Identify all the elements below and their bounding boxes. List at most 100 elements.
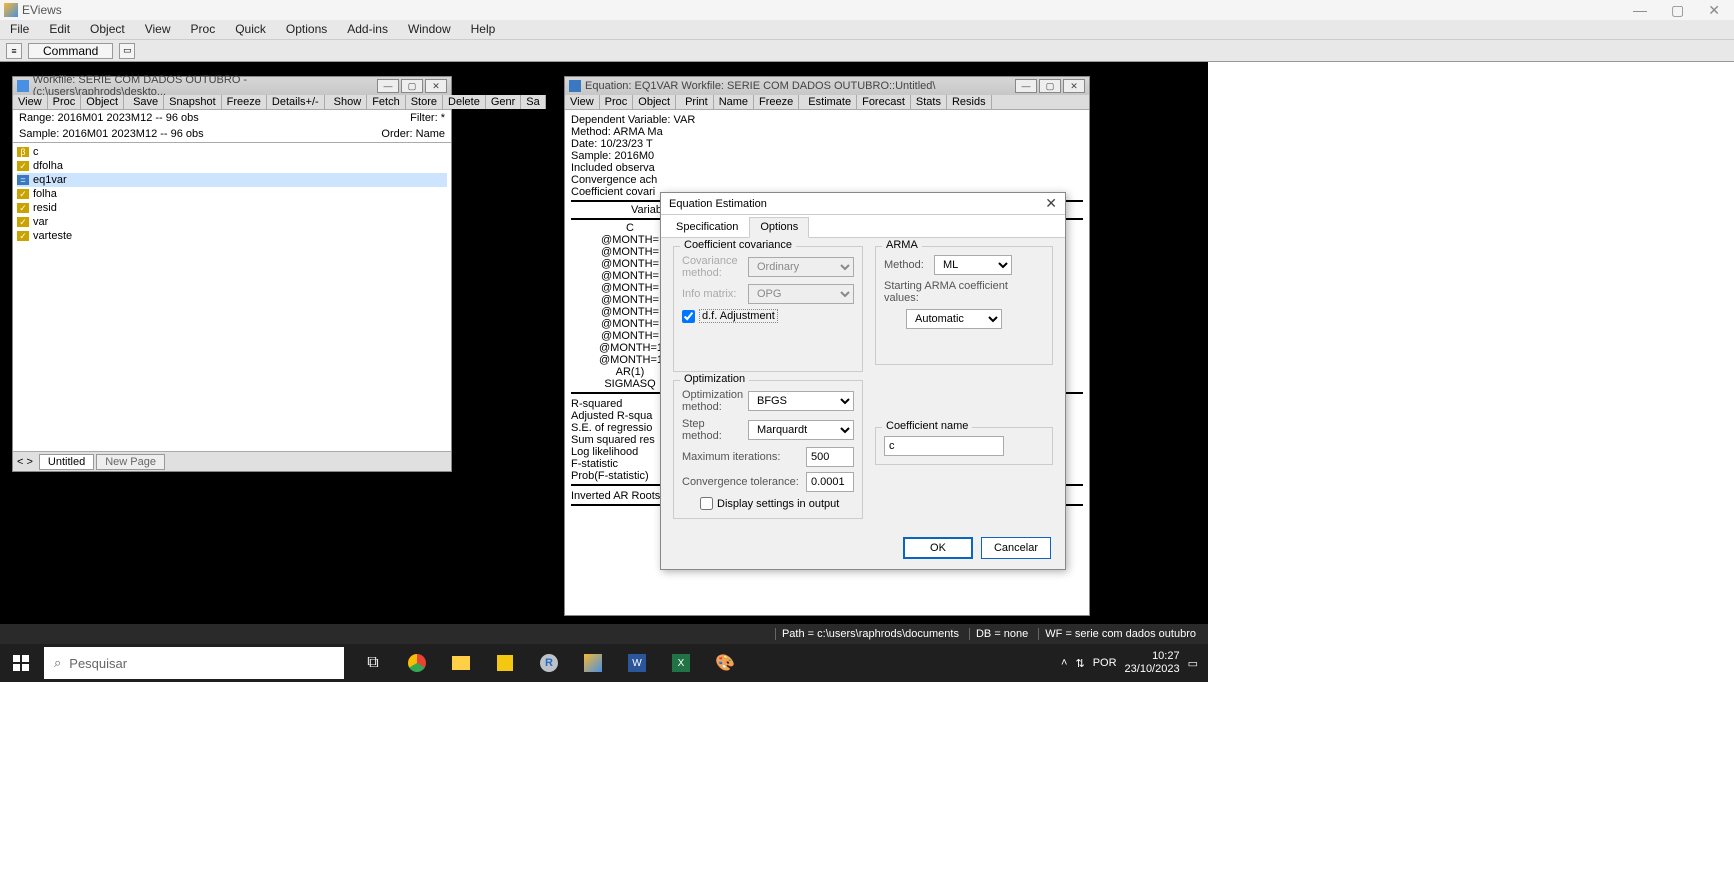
chrome-icon[interactable] bbox=[398, 644, 436, 682]
dialog-titlebar[interactable]: Equation Estimation ✕ bbox=[661, 193, 1065, 215]
wf-minimize-icon[interactable]: — bbox=[377, 79, 399, 93]
eq-tb-name[interactable]: Name bbox=[714, 95, 754, 109]
maximize-icon[interactable]: ▢ bbox=[1671, 2, 1684, 19]
eq-header-line: Date: 10/23/23 T bbox=[571, 138, 1083, 150]
taskbar-search[interactable]: ⌕ Pesquisar bbox=[44, 647, 344, 679]
tab-specification[interactable]: Specification bbox=[665, 217, 749, 237]
eq-minimize-icon[interactable]: — bbox=[1015, 79, 1037, 93]
menu-file[interactable]: File bbox=[0, 20, 39, 39]
wf-tb-save[interactable]: Save bbox=[128, 95, 164, 109]
wf-item-c[interactable]: βc bbox=[17, 145, 447, 159]
conv-tol-input[interactable] bbox=[806, 472, 854, 492]
workfile-titlebar[interactable]: Workfile: SERIE COM DADOS OUTUBRO - (c:\… bbox=[13, 77, 451, 95]
wf-tb-show[interactable]: Show bbox=[329, 95, 368, 109]
eq-tb-object[interactable]: Object bbox=[633, 95, 676, 109]
arma-start-select[interactable]: Automatic bbox=[906, 309, 1002, 329]
minimize-icon[interactable]: — bbox=[1633, 2, 1647, 19]
equation-titlebar[interactable]: Equation: EQ1VAR Workfile: SERIE COM DAD… bbox=[565, 77, 1089, 95]
tray-chevron-icon[interactable]: ˄ bbox=[1061, 657, 1067, 669]
menu-window[interactable]: Window bbox=[398, 20, 461, 39]
wf-tb-details[interactable]: Details+/- bbox=[267, 95, 325, 109]
max-iter-input[interactable] bbox=[806, 447, 854, 467]
eq-tb-view[interactable]: View bbox=[565, 95, 600, 109]
explorer-icon[interactable] bbox=[442, 644, 480, 682]
eq-tb-proc[interactable]: Proc bbox=[600, 95, 634, 109]
wf-item-dfolha[interactable]: ✓dfolha bbox=[17, 159, 447, 173]
wf-tb-sa[interactable]: Sa bbox=[521, 95, 545, 109]
wf-tb-store[interactable]: Store bbox=[406, 95, 443, 109]
r-icon[interactable]: R bbox=[530, 644, 568, 682]
eq-tb-freeze[interactable]: Freeze bbox=[754, 95, 799, 109]
wf-tb-delete[interactable]: Delete bbox=[443, 95, 486, 109]
start-button[interactable] bbox=[0, 644, 42, 682]
coef-name-input[interactable] bbox=[884, 436, 1004, 456]
taskbar-clock[interactable]: 10:27 23/10/2023 bbox=[1125, 650, 1180, 676]
command-bar: ≡ Command ▭ bbox=[0, 40, 1734, 62]
wf-tab-newpage[interactable]: New Page bbox=[96, 454, 165, 470]
powerbi-icon[interactable] bbox=[486, 644, 524, 682]
cancel-button[interactable]: Cancelar bbox=[981, 537, 1051, 559]
eq-maximize-icon[interactable]: ▢ bbox=[1039, 79, 1061, 93]
wf-maximize-icon[interactable]: ▢ bbox=[401, 79, 423, 93]
df-adjustment-label: d.f. Adjustment bbox=[699, 309, 778, 323]
display-settings-checkbox[interactable] bbox=[700, 497, 713, 510]
menu-add-ins[interactable]: Add-ins bbox=[337, 20, 398, 39]
wf-page-nav[interactable]: < > bbox=[17, 456, 33, 468]
tab-options[interactable]: Options bbox=[749, 217, 809, 238]
eviews-taskbar-icon[interactable] bbox=[574, 644, 612, 682]
command-toggle-icon[interactable]: ≡ bbox=[6, 43, 22, 59]
paint-icon[interactable]: 🎨 bbox=[706, 644, 744, 682]
wf-tb-snapshot[interactable]: Snapshot bbox=[164, 95, 221, 109]
wf-tb-genr[interactable]: Genr bbox=[486, 95, 521, 109]
eq-close-icon[interactable]: ✕ bbox=[1063, 79, 1085, 93]
cov-method-select[interactable]: Ordinary bbox=[748, 257, 854, 277]
eq-tb-resids[interactable]: Resids bbox=[947, 95, 992, 109]
wf-item-eq1var[interactable]: =eq1var bbox=[17, 173, 447, 187]
excel-icon[interactable]: X bbox=[662, 644, 700, 682]
info-matrix-select[interactable]: OPG bbox=[748, 284, 854, 304]
eq-tb-forecast[interactable]: Forecast bbox=[857, 95, 911, 109]
menu-object[interactable]: Object bbox=[80, 20, 135, 39]
word-icon[interactable]: W bbox=[618, 644, 656, 682]
opt-method-select[interactable]: BFGS bbox=[748, 391, 854, 411]
wf-tb-object[interactable]: Object bbox=[81, 95, 124, 109]
task-view-icon[interactable]: ⧉ bbox=[354, 644, 392, 682]
wf-item-varteste[interactable]: ✓varteste bbox=[17, 229, 447, 243]
step-method-select[interactable]: Marquardt bbox=[748, 420, 854, 440]
df-adjustment-checkbox[interactable] bbox=[682, 310, 695, 323]
wf-tb-freeze[interactable]: Freeze bbox=[222, 95, 267, 109]
taskbar-date: 23/10/2023 bbox=[1125, 663, 1180, 676]
conv-tol-label: Convergence tolerance: bbox=[682, 476, 800, 488]
eq-tb-estimate[interactable]: Estimate bbox=[803, 95, 857, 109]
menu-proc[interactable]: Proc bbox=[181, 20, 226, 39]
wf-item-folha[interactable]: ✓folha bbox=[17, 187, 447, 201]
eq-tb-print[interactable]: Print bbox=[680, 95, 714, 109]
menu-view[interactable]: View bbox=[135, 20, 181, 39]
command-run-icon[interactable]: ▭ bbox=[119, 43, 135, 59]
eq-tb-stats[interactable]: Stats bbox=[911, 95, 947, 109]
command-label[interactable]: Command bbox=[28, 43, 113, 59]
dialog-close-icon[interactable]: ✕ bbox=[1045, 195, 1057, 212]
wf-item-resid[interactable]: ✓resid bbox=[17, 201, 447, 215]
menu-edit[interactable]: Edit bbox=[39, 20, 80, 39]
notifications-icon[interactable]: ▭ bbox=[1188, 657, 1198, 670]
status-wf: WF = serie com dados outubro bbox=[1038, 628, 1202, 640]
menu-help[interactable]: Help bbox=[461, 20, 506, 39]
eq-header-line: Sample: 2016M0 bbox=[571, 150, 1083, 162]
wf-tb-fetch[interactable]: Fetch bbox=[367, 95, 406, 109]
wf-tb-view[interactable]: View bbox=[13, 95, 48, 109]
ok-button[interactable]: OK bbox=[903, 537, 973, 559]
tray-network-icon[interactable]: ⇅ bbox=[1075, 657, 1084, 670]
wf-tb-proc[interactable]: Proc bbox=[48, 95, 82, 109]
wf-item-var[interactable]: ✓var bbox=[17, 215, 447, 229]
menu-options[interactable]: Options bbox=[276, 20, 337, 39]
display-settings-label: Display settings in output bbox=[717, 498, 839, 510]
object-type-icon: ✓ bbox=[17, 231, 29, 241]
arma-method-select[interactable]: ML bbox=[934, 255, 1012, 275]
tray-lang[interactable]: POR bbox=[1093, 657, 1117, 669]
wf-close-icon[interactable]: ✕ bbox=[425, 79, 447, 93]
close-icon[interactable]: ✕ bbox=[1708, 2, 1720, 19]
step-method-label: Step method: bbox=[682, 418, 742, 442]
wf-tab-untitled[interactable]: Untitled bbox=[39, 454, 94, 470]
menu-quick[interactable]: Quick bbox=[225, 20, 276, 39]
